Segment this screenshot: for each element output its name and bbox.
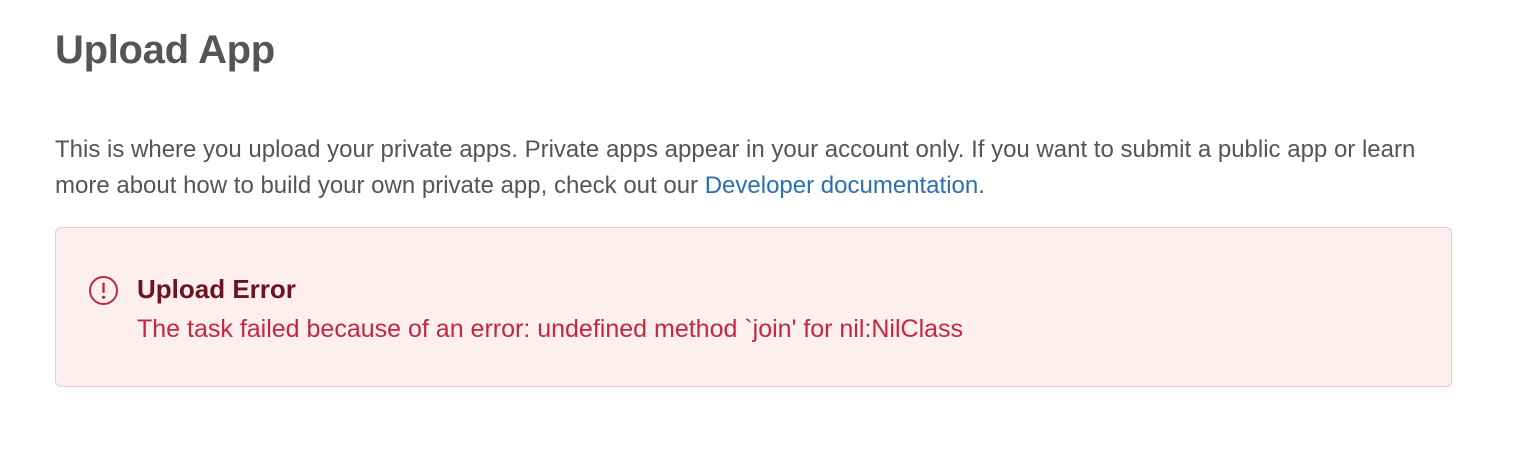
alert-circle-icon <box>88 275 119 306</box>
page-title: Upload App <box>55 28 275 72</box>
alert-title: Upload Error <box>137 274 296 304</box>
intro-text-end: . <box>978 172 985 199</box>
developer-documentation-link[interactable]: Developer documentation <box>705 172 979 199</box>
upload-error-alert: Upload Error The task failed because of … <box>55 227 1452 387</box>
intro-paragraph: This is where you upload your private ap… <box>55 132 1454 204</box>
alert-message: The task failed because of an error: und… <box>137 315 964 343</box>
